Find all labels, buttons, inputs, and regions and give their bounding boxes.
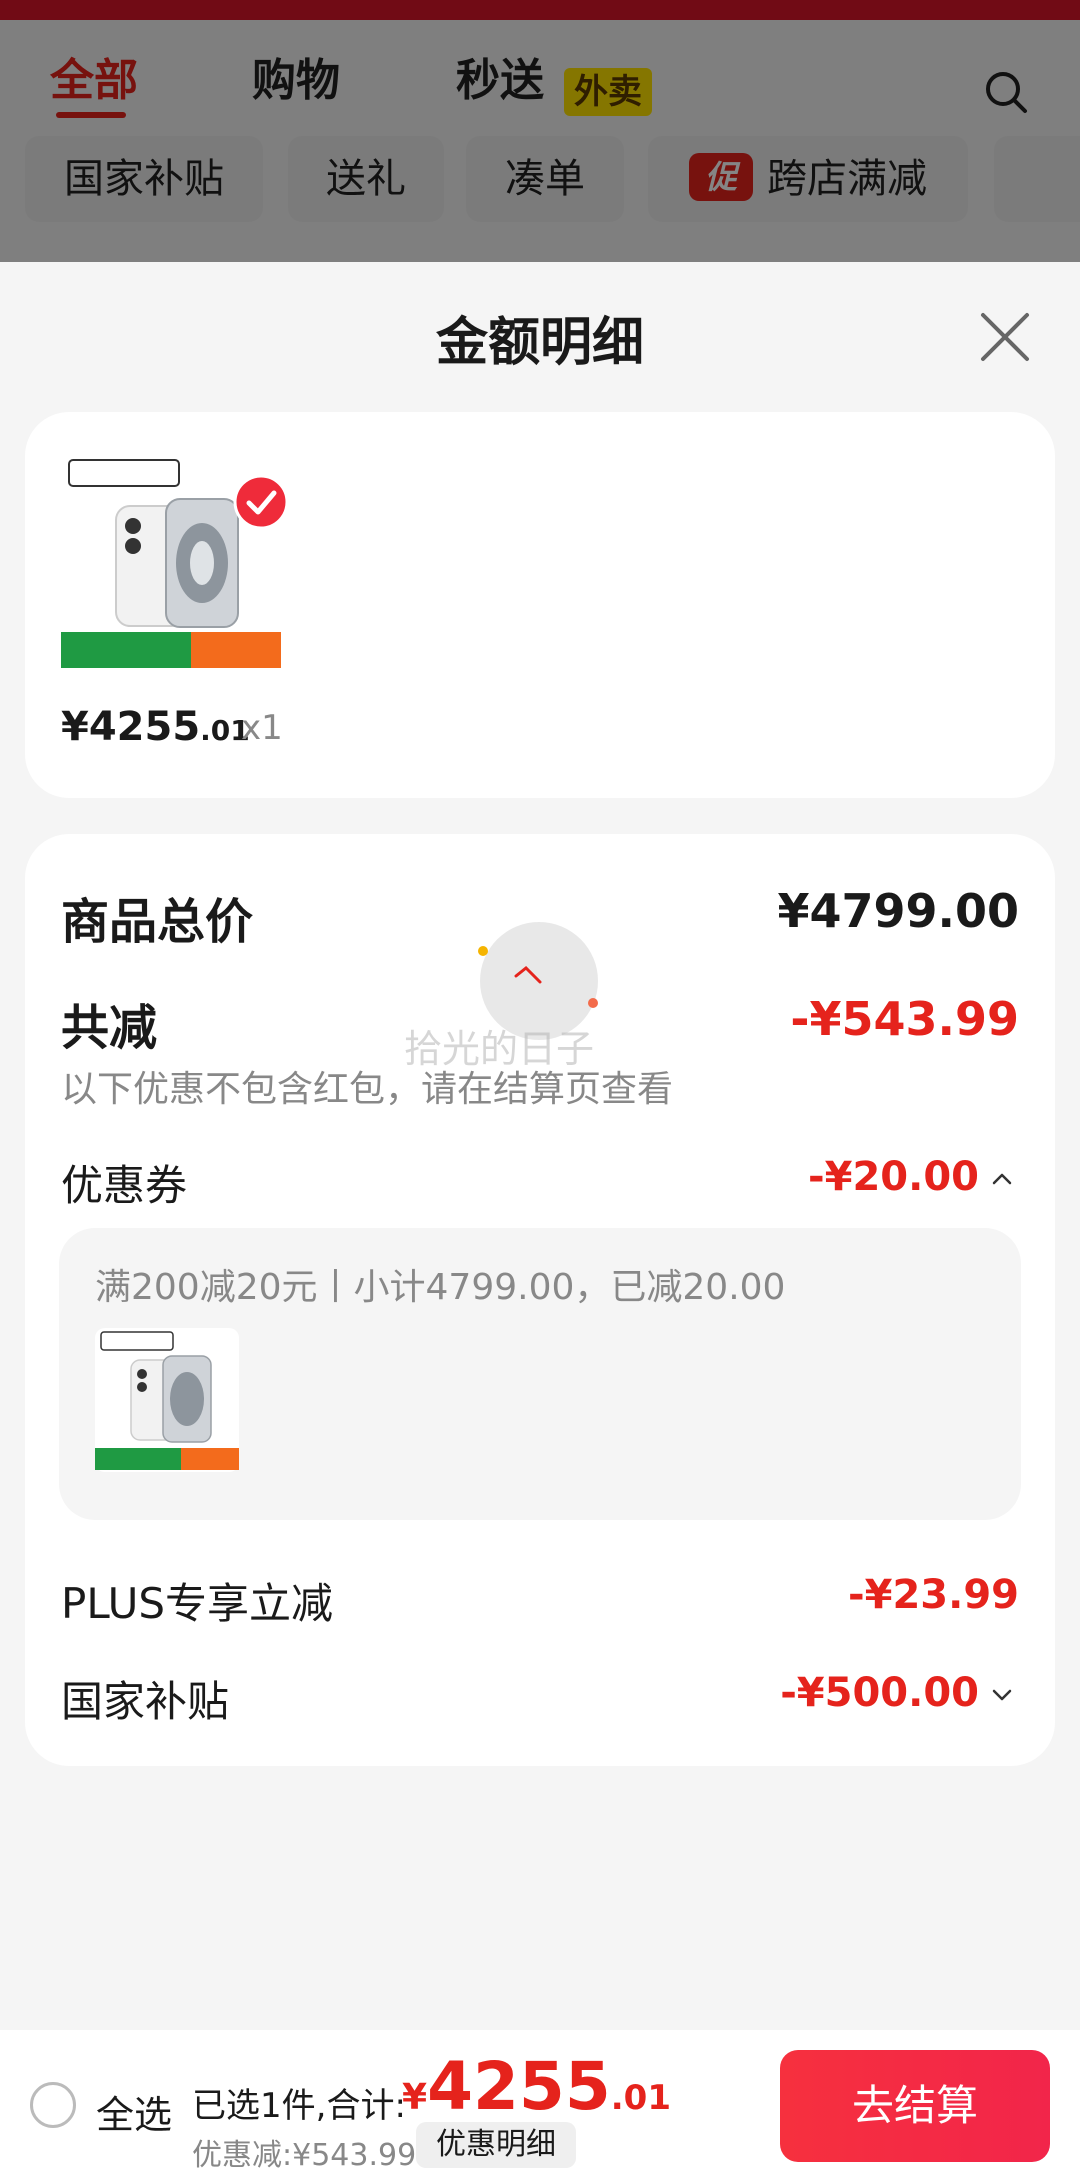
checkout-bar: 全选 已选1件,合计: ¥4255.01 优惠减:¥543.99 优惠明细 去结…: [0, 2030, 1080, 2181]
coupon-row[interactable]: -¥20.00: [808, 1154, 1015, 1200]
total-reduction-label: 共减: [61, 1000, 158, 1056]
product-price-int: ¥4255: [61, 704, 201, 750]
national-subsidy-label[interactable]: 国家补贴: [61, 1668, 229, 1729]
discount-detail-button[interactable]: 优惠明细: [416, 2122, 576, 2168]
discount-summary: 优惠减:¥543.99: [192, 2138, 417, 2173]
spinner-dot-icon: [588, 998, 598, 1008]
background-app: 全部 购物 秒送 外卖 国家补贴 送礼 凑单 促跨店满减: [0, 0, 1080, 262]
plus-discount-value: -¥23.99: [848, 1572, 1019, 1618]
total-amount-int: 4255: [427, 2048, 611, 2125]
chevron-down-icon: [992, 1689, 1012, 1701]
product-price: ¥4255.01: [61, 704, 250, 750]
national-subsidy-value: -¥500.00: [780, 1670, 979, 1716]
national-subsidy-row[interactable]: -¥500.00: [780, 1670, 1015, 1716]
product-card: ¥4255.01 x1: [25, 412, 1055, 798]
select-all-label[interactable]: 全选: [96, 2084, 172, 2139]
plus-discount-label: PLUS专享立减: [61, 1579, 334, 1628]
watermark-text: 拾光的日子: [404, 1027, 595, 1071]
close-icon[interactable]: [978, 310, 1032, 364]
coupon-detail-box: 满200减20元丨小计4799.00，已减20.00: [59, 1228, 1021, 1520]
selected-check-icon[interactable]: [233, 474, 289, 530]
coupon-label[interactable]: 优惠券: [61, 1152, 187, 1213]
product-quantity: x1: [241, 708, 283, 748]
total-reduction-value: -¥543.99: [790, 992, 1019, 1046]
selected-count-text: 已选1件,合计:: [192, 2086, 406, 2126]
total-amount-dec: .01: [610, 2078, 671, 2118]
select-all-radio[interactable]: [30, 2082, 76, 2128]
coupon-product-thumbnail: [95, 1328, 239, 1472]
total-price-value: ¥4799.00: [777, 884, 1019, 938]
sheet-title: 金额明细: [435, 313, 644, 373]
spinner-dot-icon: [478, 946, 488, 956]
chevron-up-icon: [992, 1173, 1012, 1185]
total-amount-symbol: ¥: [402, 2077, 428, 2118]
dim-overlay[interactable]: [0, 0, 1080, 262]
total-amount: ¥4255.01: [402, 2048, 671, 2125]
total-price-label: 商品总价: [61, 894, 254, 950]
checkout-button[interactable]: 去结算: [780, 2050, 1050, 2162]
coupon-value: -¥20.00: [808, 1154, 979, 1200]
coupon-detail-text: 满200减20元丨小计4799.00，已减20.00: [95, 1267, 786, 1308]
